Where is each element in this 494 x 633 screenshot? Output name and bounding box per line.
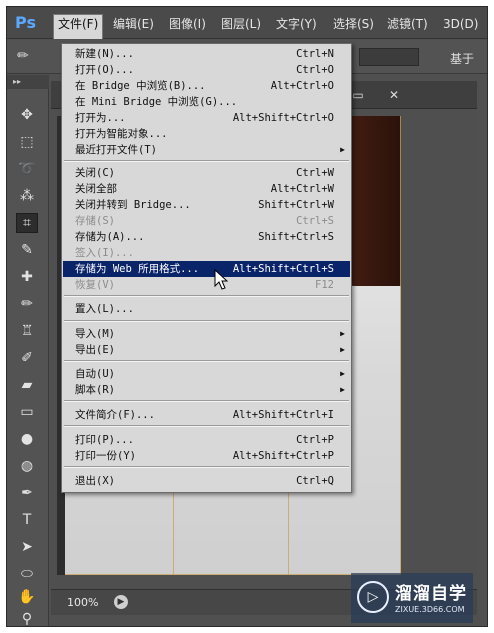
menu-separator [64, 400, 349, 402]
guide-line [400, 116, 401, 575]
menu-type[interactable]: 文字(Y) [272, 15, 321, 33]
menu-file[interactable]: 文件(F) [53, 14, 104, 39]
dodge-icon[interactable]: ◍ [16, 456, 38, 476]
crop-icon[interactable]: ⌗ [16, 213, 38, 233]
menu-item-print-one-copy[interactable]: 打印一份(Y) Alt+Shift+Ctrl+P [63, 448, 350, 464]
eyedropper-icon[interactable]: ✎ [16, 240, 38, 260]
menu-item-recent-files[interactable]: 最近打开文件(T) ▶ [63, 142, 350, 158]
submenu-arrow-icon: ▶ [340, 329, 345, 338]
menu-edit[interactable]: 编辑(E) [109, 15, 158, 33]
menu-item-place[interactable]: 置入(L)... [63, 301, 350, 317]
file-menu: 新建(N)... Ctrl+N 打开(O)... Ctrl+O 在 Bridge 中… [61, 43, 352, 493]
clone-stamp-icon[interactable]: ♖ [16, 321, 38, 341]
zoom-icon[interactable]: ⚲ [16, 609, 38, 626]
menu-item-scripts[interactable]: 脚本(R) ▶ [63, 382, 350, 398]
eraser-icon[interactable]: ▰ [16, 375, 38, 395]
menu-item-browse-bridge[interactable]: 在 Bridge 中浏览(B)... Alt+Ctrl+O [63, 78, 350, 94]
close-icon[interactable]: ✕ [385, 87, 403, 103]
watermark: ▷ 溜溜自学 ZIXUE.3D66.COM [351, 573, 473, 623]
menu-item-automate[interactable]: 自动(U) ▶ [63, 366, 350, 382]
lasso-icon[interactable]: ➰ [16, 159, 38, 179]
move-icon[interactable]: ✥ [16, 105, 38, 125]
menu-image[interactable]: 图像(I) [165, 15, 210, 33]
menu-item-export[interactable]: 导出(E) ▶ [63, 342, 350, 358]
gradient-icon[interactable]: ▭ [16, 402, 38, 422]
brush-icon[interactable]: ✏ [16, 294, 38, 314]
tool-preset-icon[interactable]: ✏ [17, 48, 37, 66]
healing-brush-icon[interactable]: ✚ [16, 267, 38, 287]
menu-item-open[interactable]: 打开(O)... Ctrl+O [63, 62, 350, 78]
photoshop-window: Ps 文件(F) 编辑(E) 图像(I) 图层(L) 文字(Y) 选择(S) 滤… [6, 6, 488, 627]
options-field[interactable] [359, 48, 419, 66]
menu-item-revert[interactable]: 恢复(V) F12 [63, 277, 350, 293]
sample-label: 基于 [450, 52, 475, 66]
menu-item-open-smart-object[interactable]: 打开为智能对象... [63, 126, 350, 142]
history-brush-icon[interactable]: ✐ [16, 348, 38, 368]
submenu-arrow-icon: ▶ [340, 145, 345, 154]
menu-separator [64, 320, 349, 322]
zoom-level[interactable]: 100% [67, 596, 98, 609]
status-menu-icon[interactable]: ▶ [114, 595, 128, 609]
menu-separator [64, 360, 349, 362]
guide-line [57, 574, 401, 575]
menu-item-save-for-web[interactable]: 存储为 Web 所用格式... Alt+Shift+Ctrl+S [63, 261, 350, 277]
watermark-subtitle: ZIXUE.3D66.COM [395, 605, 465, 614]
menu-item-close-all[interactable]: 关闭全部 Alt+Ctrl+W [63, 181, 350, 197]
hand-icon[interactable]: ✋ [16, 587, 38, 607]
menu-item-exit[interactable]: 退出(X) Ctrl+Q [63, 473, 350, 489]
tools-panel: ▸▸ ✥ ⬚ ➰ ⁂ ⌗ ✎ ✚ ✏ ♖ ✐ ▰ ▭ ● ◍ ✒ T ➤ ⬭ ✋… [7, 75, 49, 626]
pen-icon[interactable]: ✒ [16, 483, 38, 503]
menu-item-browse-mini-bridge[interactable]: 在 Mini Bridge 中浏览(G)... [63, 94, 350, 110]
watermark-logo-icon: ▷ [357, 581, 389, 613]
menu-item-new[interactable]: 新建(N)... Ctrl+N [63, 46, 350, 62]
photoshop-logo: Ps [15, 13, 36, 32]
menu-item-check-in[interactable]: 签入(I)... [63, 245, 350, 261]
watermark-title: 溜溜自学 [395, 584, 467, 604]
menu-item-open-as[interactable]: 打开为... Alt+Shift+Ctrl+O [63, 110, 350, 126]
shape-icon[interactable]: ⬭ [16, 564, 38, 584]
menu-item-print[interactable]: 打印(P)... Ctrl+P [63, 432, 350, 448]
menu-item-close[interactable]: 关闭(C) Ctrl+W [63, 165, 350, 181]
menu-item-save[interactable]: 存储(S) Ctrl+S [63, 213, 350, 229]
submenu-arrow-icon: ▶ [340, 345, 345, 354]
menu-3d[interactable]: 3D(D) [439, 15, 482, 33]
blur-icon[interactable]: ● [16, 429, 38, 449]
menu-select[interactable]: 选择(S) [329, 15, 378, 33]
menu-layer[interactable]: 图层(L) [217, 15, 265, 33]
path-select-icon[interactable]: ➤ [16, 537, 38, 557]
mouse-cursor-icon [214, 269, 228, 290]
menu-filter[interactable]: 滤镜(T) [383, 15, 432, 33]
quick-select-icon[interactable]: ⁂ [16, 186, 38, 206]
menu-item-file-info[interactable]: 文件简介(F)... Alt+Shift+Ctrl+I [63, 407, 350, 423]
marquee-icon[interactable]: ⬚ [16, 132, 38, 152]
menu-item-close-go-bridge[interactable]: 关闭并转到 Bridge... Shift+Ctrl+W [63, 197, 350, 213]
menu-separator [64, 160, 349, 162]
toolbar-collapse[interactable]: ▸▸ [7, 75, 49, 89]
type-icon[interactable]: T [16, 510, 38, 530]
menu-separator [64, 466, 349, 468]
menu-item-save-as[interactable]: 存储为(A)... Shift+Ctrl+S [63, 229, 350, 245]
menu-separator [64, 425, 349, 427]
submenu-arrow-icon: ▶ [340, 369, 345, 378]
submenu-arrow-icon: ▶ [340, 385, 345, 394]
menu-separator [64, 295, 349, 297]
menubar: Ps 文件(F) 编辑(E) 图像(I) 图层(L) 文字(Y) 选择(S) 滤… [7, 7, 487, 39]
menu-item-import[interactable]: 导入(M) ▶ [63, 326, 350, 342]
